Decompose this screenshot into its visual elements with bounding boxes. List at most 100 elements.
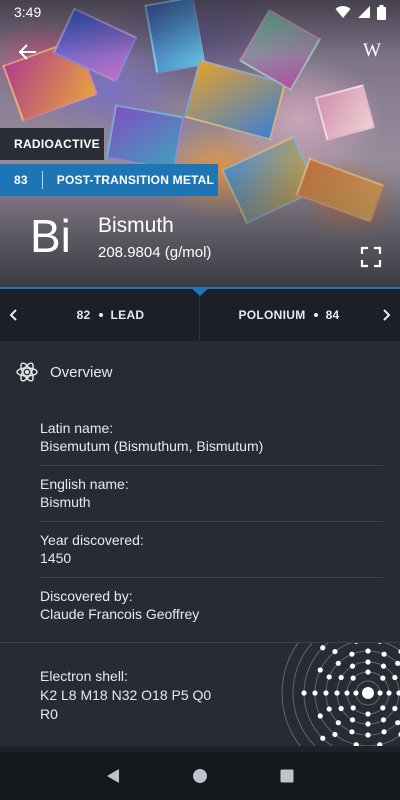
status-bar: 3:49 bbox=[0, 0, 400, 24]
electron-dot bbox=[332, 648, 338, 655]
element-name: Bismuth bbox=[98, 214, 174, 237]
electron-dot bbox=[350, 705, 356, 711]
property-label: Year discovered: bbox=[40, 532, 144, 548]
previous-element-label: 82 LEAD bbox=[22, 308, 199, 322]
previous-element-button[interactable]: 82 LEAD bbox=[0, 289, 200, 340]
electron-shell-card: Electron shell: K2 L8 M18 N32 O18 P5 Q0 … bbox=[0, 642, 400, 746]
electron-dot bbox=[380, 663, 387, 669]
nav-pointer bbox=[190, 287, 210, 296]
electron-shell-label: Electron shell: bbox=[40, 668, 128, 684]
electron-dot bbox=[392, 705, 398, 712]
electron-dot bbox=[365, 648, 371, 654]
overview-header: Overview bbox=[0, 342, 400, 402]
home-circle-icon bbox=[192, 769, 207, 783]
atomic-mass: 208.9804 (g/mol) bbox=[98, 244, 212, 261]
electron-dot bbox=[320, 735, 326, 741]
electron-dot bbox=[338, 705, 344, 712]
electron-dot bbox=[334, 690, 340, 696]
electron-dot bbox=[365, 669, 371, 675]
system-navigation-bar bbox=[0, 752, 400, 800]
electron-dot bbox=[326, 706, 332, 712]
electron-dot bbox=[380, 717, 387, 723]
electron-shell-diagram bbox=[281, 643, 400, 746]
electron-dot bbox=[365, 721, 371, 727]
electron-dot bbox=[349, 651, 355, 657]
property-label: Latin name: bbox=[40, 420, 114, 436]
electron-dot bbox=[335, 660, 341, 666]
back-arrow-icon bbox=[18, 44, 36, 60]
electron-dot bbox=[301, 690, 307, 696]
property-value: Bisemutum (Bismuthum, Bismutum) bbox=[40, 438, 264, 454]
electron-dot bbox=[377, 690, 383, 696]
property-latin-name: Latin name: Bisemutum (Bismuthum, Bismut… bbox=[40, 420, 383, 466]
overview-properties: Latin name: Bisemutum (Bismuthum, Bismut… bbox=[0, 402, 400, 642]
electron-dot bbox=[353, 742, 359, 746]
electron-dot bbox=[380, 675, 386, 681]
electron-dot bbox=[392, 674, 398, 681]
system-back-button[interactable] bbox=[98, 761, 128, 791]
chevron-right-icon bbox=[378, 307, 394, 323]
system-home-button[interactable] bbox=[185, 761, 215, 791]
electron-dot bbox=[381, 651, 387, 657]
electron-dot bbox=[317, 667, 323, 673]
property-english-name: English name: Bismuth bbox=[40, 476, 383, 522]
electron-dot bbox=[365, 711, 371, 717]
next-element-number: 84 bbox=[325, 307, 340, 322]
property-label: English name: bbox=[40, 476, 129, 492]
status-time: 3:49 bbox=[14, 4, 42, 20]
next-element-name: POLONIUM bbox=[238, 307, 306, 322]
electron-dot bbox=[344, 690, 350, 696]
atomic-number: 83 bbox=[14, 173, 28, 187]
electron-dot bbox=[386, 690, 392, 696]
property-value: Bismuth bbox=[40, 494, 91, 510]
electron-dot bbox=[317, 713, 323, 719]
electron-dot bbox=[338, 674, 344, 681]
previous-element-name: LEAD bbox=[110, 307, 145, 322]
next-element-label: POLONIUM 84 bbox=[200, 308, 378, 322]
recents-square-icon bbox=[280, 769, 294, 783]
electron-dot bbox=[349, 717, 356, 723]
electron-dot bbox=[365, 659, 371, 665]
element-symbol: Bi bbox=[30, 210, 71, 262]
element-navigation: 82 LEAD POLONIUM 84 bbox=[0, 287, 400, 340]
electron-dot bbox=[349, 729, 355, 735]
element-category: POST-TRANSITION METAL bbox=[56, 173, 215, 187]
electron-dot bbox=[365, 732, 371, 738]
electron-shell-text: Electron shell: K2 L8 M18 N32 O18 P5 Q0 … bbox=[40, 667, 250, 724]
status-icons bbox=[335, 4, 386, 20]
separator-dot bbox=[98, 313, 103, 318]
electron-dot bbox=[377, 643, 382, 644]
wikipedia-button[interactable]: W bbox=[358, 40, 386, 66]
property-label: Discovered by: bbox=[40, 588, 133, 604]
next-element-button[interactable]: POLONIUM 84 bbox=[200, 289, 400, 340]
property-value: 1450 bbox=[40, 550, 72, 566]
property-year-discovered: Year discovered: 1450 bbox=[40, 532, 383, 578]
chevron-left-icon bbox=[6, 307, 22, 323]
electron-dot bbox=[349, 663, 356, 669]
property-discovered-by: Discovered by: Claude Francois Geoffrey bbox=[40, 588, 383, 634]
electron-dot bbox=[396, 690, 400, 696]
signal-icon bbox=[358, 6, 370, 18]
wifi-icon bbox=[335, 6, 351, 19]
system-recents-button[interactable] bbox=[272, 761, 302, 791]
electron-dot bbox=[381, 729, 387, 735]
previous-element-number: 82 bbox=[76, 307, 91, 322]
fullscreen-icon bbox=[360, 246, 382, 268]
property-value: Claude Francois Geoffrey bbox=[40, 606, 200, 622]
electron-dot bbox=[320, 645, 326, 651]
atom-icon bbox=[16, 362, 38, 382]
radioactive-badge: RADIOACTIVE bbox=[0, 128, 104, 160]
electron-dot bbox=[332, 731, 338, 738]
back-triangle-icon bbox=[107, 769, 120, 783]
electron-dot bbox=[354, 643, 359, 644]
electron-dot bbox=[377, 742, 383, 746]
nucleus bbox=[362, 687, 374, 699]
electron-dot bbox=[335, 720, 341, 726]
electron-shell-value-continued: R0 bbox=[40, 706, 58, 722]
electron-dot bbox=[312, 690, 318, 696]
category-badge: 83 POST-TRANSITION METAL bbox=[0, 164, 218, 196]
electron-dot bbox=[326, 674, 332, 680]
overview-title: Overview bbox=[50, 363, 113, 381]
fullscreen-button[interactable] bbox=[360, 246, 382, 268]
back-button[interactable] bbox=[14, 38, 42, 66]
